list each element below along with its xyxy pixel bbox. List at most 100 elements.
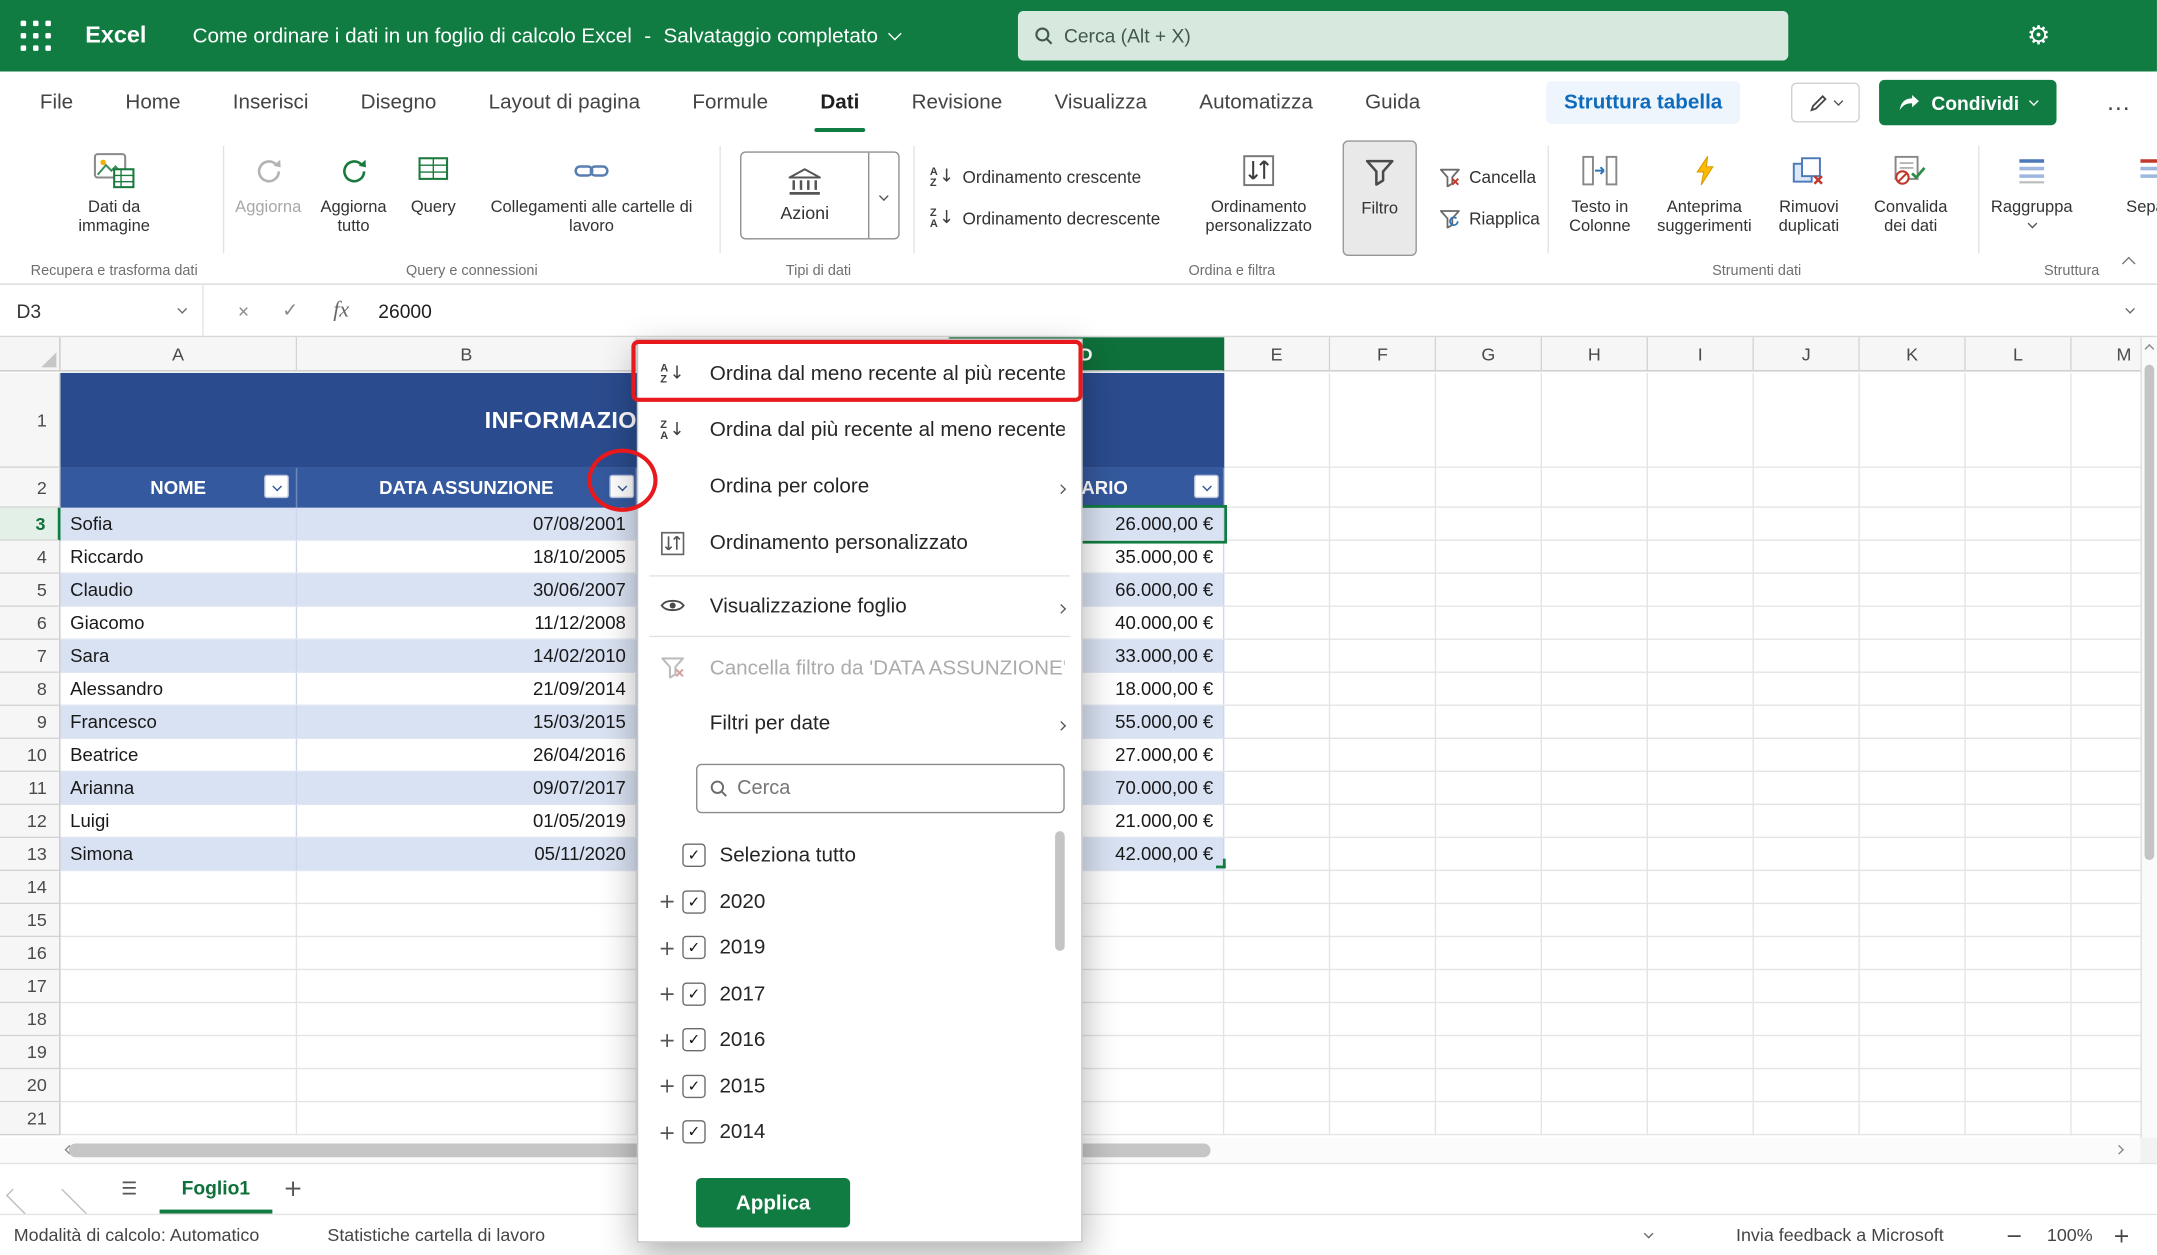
confirm-entry-button[interactable]: ✓ [271, 285, 310, 336]
ribbon-tab-inserisci[interactable]: Inserisci [207, 72, 335, 133]
cell-name[interactable]: Claudio [61, 574, 298, 606]
scroll-right-arrow[interactable] [2114, 1145, 2124, 1155]
cell-date[interactable]: 09/07/2017 [297, 772, 637, 804]
expand-formula-bar-chevron[interactable] [2125, 304, 2135, 314]
all-sheets-menu-icon[interactable]: ☰ [113, 1164, 146, 1214]
ribbon-tab-revisione[interactable]: Revisione [885, 72, 1028, 133]
cell-name[interactable]: Alessandro [61, 673, 298, 705]
calc-mode-status[interactable]: Modalità di calcolo: Automatico [14, 1215, 260, 1255]
insert-function-button[interactable]: fx [321, 285, 362, 336]
cell-date[interactable]: 05/11/2020 [297, 838, 637, 870]
checkbox-checked-icon[interactable]: ✓ [682, 844, 705, 867]
cell-date[interactable]: 18/10/2005 [297, 541, 637, 573]
filter-list-item[interactable]: ✓Seleziona tutto [638, 833, 1051, 879]
vertical-scroll-thumb[interactable] [2145, 365, 2155, 860]
zoom-level[interactable]: 100% [2047, 1215, 2093, 1255]
save-status[interactable]: Salvataggio completato [664, 24, 879, 47]
anteprima-suggerimenti-button[interactable]: Anteprima suggerimenti [1651, 140, 1758, 256]
cell-name[interactable]: Giacomo [61, 607, 298, 639]
filter-search-box[interactable] [696, 764, 1065, 814]
filter-list-item[interactable]: +✓2015 [638, 1063, 1051, 1109]
checkbox-checked-icon[interactable]: ✓ [682, 1120, 705, 1143]
cell-name[interactable]: Francesco [61, 706, 298, 738]
expand-plus-icon[interactable]: + [655, 1074, 680, 1099]
cell-name[interactable]: Riccardo [61, 541, 298, 573]
cancella-filtro-button[interactable]: Cancella [1431, 160, 1545, 196]
cell-date[interactable]: 21/09/2014 [297, 673, 637, 705]
riapplica-filtro-button[interactable]: Riapplica [1431, 201, 1549, 237]
name-box[interactable]: D3 [0, 285, 204, 336]
cell-date[interactable]: 07/08/2001 [297, 508, 637, 540]
workbook-statistics-button[interactable]: Statistiche cartella di lavoro [327, 1215, 545, 1255]
ribbon-tab-guida[interactable]: Guida [1339, 72, 1446, 133]
cell-name[interactable]: Simona [61, 838, 298, 870]
ribbon-tab-automatizza[interactable]: Automatizza [1173, 72, 1339, 133]
app-launcher-button[interactable] [21, 21, 53, 53]
collegamenti-cartelle-button[interactable]: Collegamenti alle cartelle di lavoro [470, 140, 712, 256]
filter-list-item[interactable]: +✓2017 [638, 971, 1051, 1017]
filter-search-input[interactable] [737, 777, 1051, 799]
cell-date[interactable]: 26/04/2016 [297, 739, 637, 771]
formula-bar-value[interactable]: 26000 [378, 285, 432, 336]
app-name[interactable]: Excel [85, 0, 146, 72]
tab-struttura-tabella[interactable]: Struttura tabella [1546, 81, 1740, 124]
filtro-button[interactable]: Filtro [1343, 140, 1417, 256]
aggiorna-tutto-button[interactable]: Aggiorna tutto [311, 140, 396, 256]
raggruppa-button[interactable]: Raggruppa [1986, 140, 2077, 256]
menu-item-date-filters[interactable]: Filtri per date [638, 695, 1081, 750]
gear-icon[interactable]: ⚙ [2019, 17, 2058, 56]
global-search-box[interactable] [1018, 11, 1788, 61]
ordinamento-decrescente-button[interactable]: ZA↓ Ordinamento decrescente [922, 201, 1169, 237]
apply-button[interactable]: Applica [696, 1178, 850, 1228]
filter-list-item[interactable]: +✓2014 [638, 1109, 1051, 1155]
convalida-dati-button[interactable]: Convalida dei dati [1860, 140, 1962, 256]
document-title[interactable]: Come ordinare i dati in un foglio di cal… [193, 24, 632, 47]
cell-date[interactable]: 15/03/2015 [297, 706, 637, 738]
status-options-chevron[interactable] [1644, 1229, 1654, 1239]
ordinamento-personalizzato-button[interactable]: Ordinamento personalizzato [1191, 140, 1326, 256]
checkbox-checked-icon[interactable]: ✓ [682, 936, 705, 959]
cell-date[interactable]: 01/05/2019 [297, 805, 637, 837]
table-resize-handle[interactable] [1216, 859, 1226, 869]
azioni-dropdown[interactable]: Azioni [740, 151, 900, 239]
cell-name[interactable]: Arianna [61, 772, 298, 804]
zoom-in-button[interactable]: + [2113, 1215, 2130, 1255]
cell-date[interactable]: 11/12/2008 [297, 607, 637, 639]
checkbox-checked-icon[interactable]: ✓ [682, 890, 705, 913]
ordinamento-crescente-button[interactable]: AZ↓ Ordinamento crescente [922, 160, 1150, 196]
azioni-main[interactable]: Azioni [741, 153, 868, 238]
dati-da-immagine-button[interactable]: Dati da immagine [51, 140, 178, 256]
ribbon-more-button[interactable]: … [2096, 80, 2140, 125]
add-sheet-button[interactable]: + [275, 1164, 311, 1214]
cell-date[interactable]: 30/06/2007 [297, 574, 637, 606]
ribbon-tab-file[interactable]: File [14, 72, 100, 133]
cell-date[interactable]: 14/02/2010 [297, 640, 637, 672]
draw-tool-button[interactable] [1791, 83, 1860, 123]
ribbon-tab-disegno[interactable]: Disegno [335, 72, 463, 133]
expand-plus-icon[interactable]: + [655, 1028, 680, 1053]
checkbox-checked-icon[interactable]: ✓ [682, 1028, 705, 1051]
cell-name[interactable]: Sara [61, 640, 298, 672]
checkbox-checked-icon[interactable]: ✓ [682, 1074, 705, 1097]
filter-list-scroll-thumb[interactable] [1055, 831, 1065, 951]
menu-item-sort-by-color[interactable]: Ordina per colore [638, 458, 1081, 514]
expand-plus-icon[interactable]: + [655, 889, 680, 914]
separa-button[interactable]: Separa [2105, 140, 2157, 256]
feedback-link[interactable]: Invia feedback a Microsoft [1736, 1215, 1944, 1255]
menu-item-custom-sort[interactable]: Ordinamento personalizzato [638, 515, 1081, 571]
vertical-scrollbar[interactable] [2140, 337, 2157, 1138]
ribbon-tab-formule[interactable]: Formule [666, 72, 794, 133]
search-input[interactable] [1064, 25, 1772, 47]
aggiorna-button[interactable]: Aggiorna [228, 140, 308, 256]
cell-name[interactable]: Sofia [61, 508, 298, 540]
ribbon-tab-visualizza[interactable]: Visualizza [1028, 72, 1173, 133]
sheet-tab-foglio1[interactable]: Foglio1 [160, 1164, 272, 1214]
query-button[interactable]: Query [399, 140, 468, 256]
cell-name[interactable]: Luigi [61, 805, 298, 837]
azioni-chevron[interactable] [868, 153, 898, 238]
expand-plus-icon[interactable]: + [655, 982, 680, 1007]
testo-in-colonne-button[interactable]: Testo in Colonne [1552, 140, 1648, 256]
expand-plus-icon[interactable]: + [655, 1120, 680, 1145]
menu-item-sheet-view[interactable]: Visualizzazione foglio [638, 579, 1081, 631]
rimuovi-duplicati-button[interactable]: Rimuovi duplicati [1761, 140, 1857, 256]
